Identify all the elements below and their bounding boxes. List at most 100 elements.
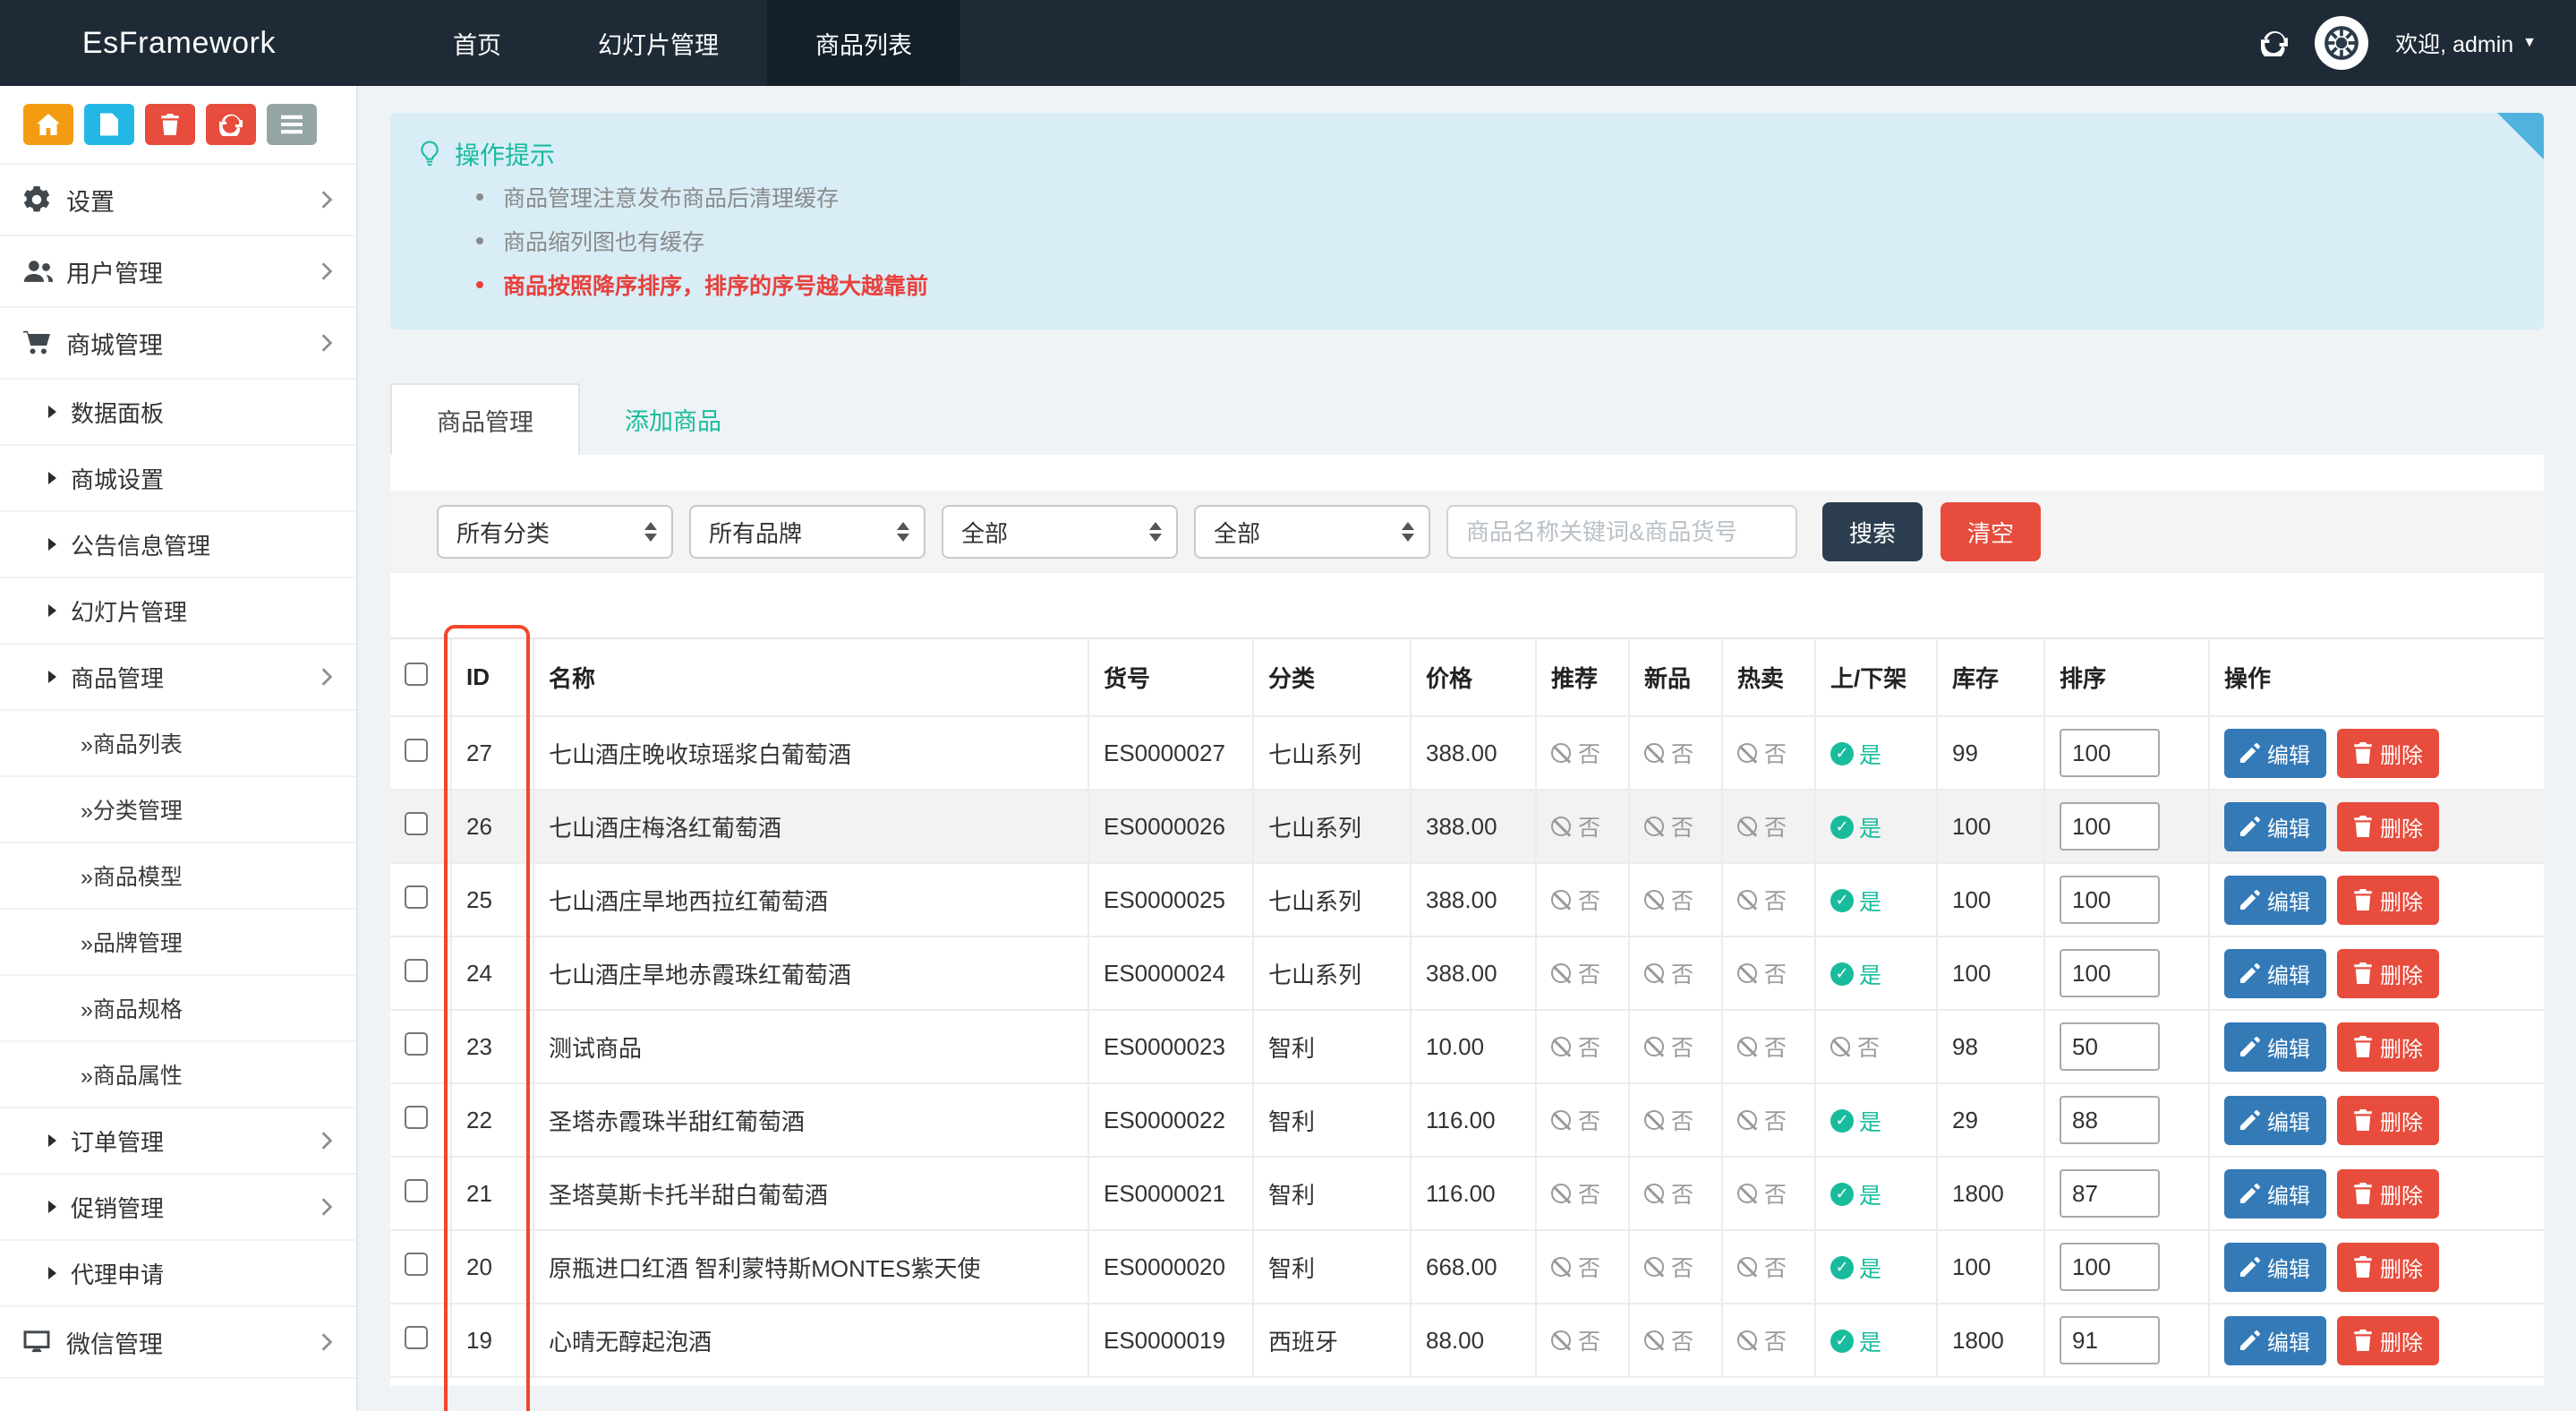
nav-item[interactable]: 商品列表 [767,0,960,86]
sidebar-item[interactable]: 设置 [0,165,356,236]
cell-sku: ES0000021 [1088,1157,1253,1230]
clear-button[interactable]: 清空 [1941,502,2041,561]
filter-select[interactable]: 所有分类 [437,505,673,559]
cell-name: 七山酒庄晚收琼瑶浆白葡萄酒 [533,716,1088,790]
sidebar-item[interactable]: 商品管理 [0,645,356,711]
cell-price: 668.00 [1411,1230,1536,1304]
sidebar-item-label: »商品模型 [81,859,183,892]
cell-flag: 否 [1536,1010,1629,1083]
home-icon [37,114,60,135]
sidebar-item[interactable]: 代理申请 [0,1241,356,1307]
nav-item[interactable]: 幻灯片管理 [550,0,767,86]
sidebar-item-label: 商品管理 [71,661,164,694]
sort-input[interactable] [2060,1022,2160,1071]
trash-icon [160,114,180,135]
row-checkbox[interactable] [405,1032,428,1056]
nav-item[interactable]: 首页 [405,0,550,86]
sidebar-item[interactable]: »品牌管理 [0,910,356,976]
delete-button[interactable]: 删除 [2337,802,2439,851]
sidebar-item[interactable]: 幻灯片管理 [0,578,356,645]
cell-name: 七山酒庄旱地赤霞珠红葡萄酒 [533,936,1088,1010]
sort-input[interactable] [2060,729,2160,777]
sidebar-item[interactable]: »商品规格 [0,976,356,1042]
tab[interactable]: 商品管理 [390,383,580,455]
sort-input[interactable] [2060,1243,2160,1291]
sidebar-item[interactable]: 用户管理 [0,236,356,308]
row-checkbox[interactable] [405,1179,428,1202]
sidebar-item[interactable]: 数据面板 [0,380,356,446]
edit-button[interactable]: 编辑 [2224,949,2326,998]
delete-button[interactable]: 删除 [2337,1169,2439,1219]
edit-button[interactable]: 编辑 [2224,1022,2326,1072]
row-checkbox[interactable] [405,959,428,982]
cart-icon [23,330,66,355]
row-checkbox[interactable] [405,1326,428,1349]
delete-button[interactable]: 删除 [2337,949,2439,998]
delete-button[interactable]: 删除 [2337,1316,2439,1365]
select-all-checkbox[interactable] [405,663,428,686]
search-input[interactable] [1446,505,1797,559]
file-button[interactable] [84,104,134,145]
edit-button[interactable]: 编辑 [2224,1316,2326,1365]
trash-icon [2353,742,2373,764]
ban-icon [1551,1184,1571,1203]
cell-flag: 否 [1629,716,1722,790]
ban-icon [1644,1037,1664,1056]
refresh-button[interactable] [206,104,256,145]
delete-button[interactable]: 删除 [2337,729,2439,778]
trash-icon [2353,962,2373,984]
sort-input[interactable] [2060,949,2160,997]
row-checkbox[interactable] [405,1106,428,1129]
row-checkbox[interactable] [405,1253,428,1276]
filter-select[interactable]: 全部 [942,505,1178,559]
tab[interactable]: 添加商品 [580,383,766,455]
sort-input[interactable] [2060,1316,2160,1364]
sidebar-item[interactable]: »商品属性 [0,1042,356,1108]
delete-button[interactable]: 删除 [2337,1096,2439,1145]
check-circle-icon: ✓ [1830,1256,1854,1279]
ban-icon [1551,1037,1571,1056]
table-header-row: ID名称货号分类价格推荐新品热卖上/下架库存排序操作 [390,638,2544,716]
sidebar-item[interactable]: 促销管理 [0,1175,356,1241]
cell-price: 388.00 [1411,790,1536,863]
cell-sku: ES0000022 [1088,1083,1253,1157]
sort-input[interactable] [2060,802,2160,851]
avatar[interactable] [2315,16,2368,70]
trash-button[interactable] [145,104,195,145]
filter-select[interactable]: 全部 [1194,505,1430,559]
sidebar-item[interactable]: 订单管理 [0,1108,356,1175]
list-button[interactable] [267,104,317,145]
sidebar-item[interactable]: »商品列表 [0,711,356,777]
cell-stock: 100 [1937,790,2044,863]
sidebar-item[interactable]: »分类管理 [0,777,356,843]
row-checkbox[interactable] [405,739,428,762]
edit-button[interactable]: 编辑 [2224,1169,2326,1219]
sidebar-item[interactable]: 公告信息管理 [0,512,356,578]
delete-button[interactable]: 删除 [2337,876,2439,925]
user-menu[interactable]: 欢迎, admin ▼ [2395,27,2537,59]
search-button[interactable]: 搜索 [1822,502,1923,561]
sidebar-item[interactable]: »商品模型 [0,843,356,910]
cell-name: 心晴无醇起泡酒 [533,1304,1088,1377]
sidebar-item[interactable]: 微信管理 [0,1307,356,1379]
edit-button[interactable]: 编辑 [2224,1243,2326,1292]
filter-select[interactable]: 所有品牌 [689,505,925,559]
edit-button[interactable]: 编辑 [2224,876,2326,925]
edit-button[interactable]: 编辑 [2224,1096,2326,1145]
sort-input[interactable] [2060,1096,2160,1144]
edit-button[interactable]: 编辑 [2224,802,2326,851]
sort-input[interactable] [2060,1169,2160,1218]
delete-button[interactable]: 删除 [2337,1243,2439,1292]
cell-flag: 否 [1536,1230,1629,1304]
ban-icon [1551,1257,1571,1277]
sidebar-item[interactable]: 商城管理 [0,308,356,380]
sidebar-item[interactable]: 商城设置 [0,446,356,512]
row-checkbox[interactable] [405,885,428,909]
delete-button[interactable]: 删除 [2337,1022,2439,1072]
row-checkbox[interactable] [405,812,428,835]
trash-icon [2353,1330,2373,1351]
refresh-icon[interactable] [2261,30,2288,56]
home-button[interactable] [23,104,73,145]
edit-button[interactable]: 编辑 [2224,729,2326,778]
sort-input[interactable] [2060,876,2160,924]
